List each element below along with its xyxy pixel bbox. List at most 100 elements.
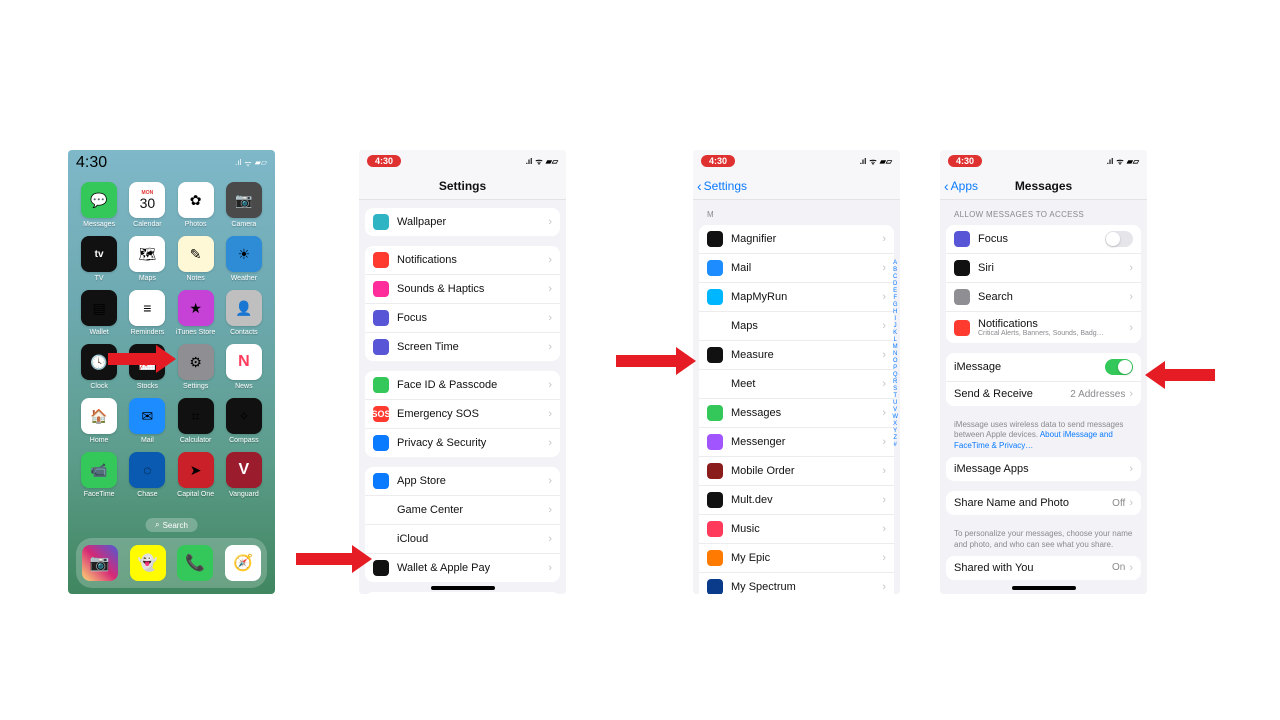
access-row-focus[interactable]: Focus xyxy=(946,225,1141,254)
alpha-D[interactable]: D xyxy=(893,281,897,287)
alpha-#[interactable]: # xyxy=(893,442,896,448)
imessage-apps-row[interactable]: iMessage Apps › xyxy=(946,457,1141,481)
alpha-C[interactable]: C xyxy=(893,274,897,280)
access-row-siri[interactable]: Siri› xyxy=(946,254,1141,283)
app-row-meet[interactable]: Meet› xyxy=(699,370,894,399)
app-row-messenger[interactable]: Messenger› xyxy=(699,428,894,457)
alpha-H[interactable]: H xyxy=(893,309,897,315)
settings-row-apps[interactable]: Apps› xyxy=(365,592,560,594)
alpha-G[interactable]: G xyxy=(893,302,898,308)
share-name-row[interactable]: Share Name and Photo Off › xyxy=(946,491,1141,515)
app-facetime[interactable]: 📹FaceTime xyxy=(78,452,120,498)
dock-app[interactable]: 📷 xyxy=(82,545,118,581)
app-tv[interactable]: tvTV xyxy=(78,236,120,282)
app-mail[interactable]: ✉Mail xyxy=(126,398,168,444)
toggle[interactable] xyxy=(1105,231,1133,247)
settings-row-focus[interactable]: Focus› xyxy=(365,304,560,333)
app-row-mail[interactable]: Mail› xyxy=(699,254,894,283)
app-news[interactable]: NNews xyxy=(223,344,265,390)
settings-row-notifications[interactable]: Notifications› xyxy=(365,246,560,275)
settings-row-face-id-passcode[interactable]: Face ID & Passcode› xyxy=(365,371,560,400)
alpha-E[interactable]: E xyxy=(893,288,897,294)
app-calculator[interactable]: ⌗Calculator xyxy=(175,398,217,444)
app-row-mult-dev[interactable]: Mult.dev› xyxy=(699,486,894,515)
app-row-my-epic[interactable]: My Epic› xyxy=(699,544,894,573)
imessage-toggle[interactable] xyxy=(1105,359,1133,375)
app-reminders[interactable]: ≡Reminders xyxy=(126,290,168,336)
imessage-toggle-row[interactable]: iMessage xyxy=(946,353,1141,382)
alpha-S[interactable]: S xyxy=(893,386,897,392)
settings-root-body[interactable]: Wallpaper› Notifications›Sounds & Haptics… xyxy=(359,200,566,594)
dock-app[interactable]: 📞 xyxy=(177,545,213,581)
app-wallet[interactable]: ▤Wallet xyxy=(78,290,120,336)
app-icon xyxy=(707,405,723,421)
app-settings[interactable]: ⚙Settings xyxy=(175,344,217,390)
alpha-N[interactable]: N xyxy=(893,351,897,357)
alpha-L[interactable]: L xyxy=(893,337,896,343)
settings-row-emergency-sos[interactable]: SOSEmergency SOS› xyxy=(365,400,560,429)
alpha-Y[interactable]: Y xyxy=(893,428,897,434)
alpha-index[interactable]: ABCDEFGHIJKLMNOPQRSTUVWXYZ# xyxy=(892,260,898,448)
alpha-O[interactable]: O xyxy=(893,358,898,364)
alpha-B[interactable]: B xyxy=(893,267,897,273)
app-vanguard[interactable]: VVanguard xyxy=(223,452,265,498)
app-row-magnifier[interactable]: Magnifier› xyxy=(699,225,894,254)
alpha-A[interactable]: A xyxy=(893,260,897,266)
access-row-notifications[interactable]: NotificationsCritical Alerts, Banners, S… xyxy=(946,312,1141,343)
settings-row-sounds-haptics[interactable]: Sounds & Haptics› xyxy=(365,275,560,304)
alpha-F[interactable]: F xyxy=(893,295,897,301)
app-compass[interactable]: ✧Compass xyxy=(223,398,265,444)
settings-row-game-center[interactable]: Game Center› xyxy=(365,496,560,525)
alpha-V[interactable]: V xyxy=(893,407,897,413)
app-icon xyxy=(707,550,723,566)
app-weather[interactable]: ☀Weather xyxy=(223,236,265,282)
alpha-K[interactable]: K xyxy=(893,330,897,336)
app-row-music[interactable]: Music› xyxy=(699,515,894,544)
app-row-mobile-order[interactable]: Mobile Order› xyxy=(699,457,894,486)
alpha-R[interactable]: R xyxy=(893,379,897,385)
app-row-mapmyrun[interactable]: MapMyRun› xyxy=(699,283,894,312)
app-maps[interactable]: 🗺Maps xyxy=(126,236,168,282)
home-indicator[interactable] xyxy=(431,586,495,590)
alpha-W[interactable]: W xyxy=(892,414,898,420)
dock-app[interactable]: 🧭 xyxy=(225,545,261,581)
alpha-X[interactable]: X xyxy=(893,421,897,427)
app-messages[interactable]: 💬Messages xyxy=(78,182,120,228)
app-row-messages[interactable]: Messages› xyxy=(699,399,894,428)
dock-app[interactable]: 👻 xyxy=(130,545,166,581)
app-notes[interactable]: ✎Notes xyxy=(175,236,217,282)
alpha-Q[interactable]: Q xyxy=(893,372,898,378)
access-row-search[interactable]: Search› xyxy=(946,283,1141,312)
settings-row-app-store[interactable]: App Store› xyxy=(365,467,560,496)
app-chase[interactable]: ◌Chase xyxy=(126,452,168,498)
spotlight-search[interactable]: ⌕ Search xyxy=(145,518,198,532)
alpha-T[interactable]: T xyxy=(893,393,897,399)
settings-row-privacy-security[interactable]: Privacy & Security› xyxy=(365,429,560,457)
settings-row-wallet-apple-pay[interactable]: Wallet & Apple Pay› xyxy=(365,554,560,582)
send-receive-row[interactable]: Send & Receive 2 Addresses › xyxy=(946,382,1141,406)
shared-with-you-row[interactable]: Shared with You On › xyxy=(946,556,1141,580)
back-button[interactable]: ‹Settings xyxy=(697,178,747,194)
settings-row-icloud[interactable]: iCloud› xyxy=(365,525,560,554)
app-photos[interactable]: ✿Photos xyxy=(175,182,217,228)
app-home[interactable]: 🏠Home xyxy=(78,398,120,444)
app-row-maps[interactable]: Maps› xyxy=(699,312,894,341)
alpha-J[interactable]: J xyxy=(894,323,897,329)
settings-row-screen-time[interactable]: Screen Time› xyxy=(365,333,560,361)
app-camera[interactable]: 📷Camera xyxy=(223,182,265,228)
app-itunes-store[interactable]: ★iTunes Store xyxy=(175,290,217,336)
home-indicator[interactable] xyxy=(1012,586,1076,590)
app-contacts[interactable]: 👤Contacts xyxy=(223,290,265,336)
alpha-U[interactable]: U xyxy=(893,400,897,406)
messages-body[interactable]: Allow Messages to Access FocusSiri›Searc… xyxy=(940,200,1147,594)
app-calendar[interactable]: MON30Calendar xyxy=(126,182,168,228)
settings-row-wallpaper[interactable]: Wallpaper› xyxy=(365,208,560,236)
alpha-Z[interactable]: Z xyxy=(893,435,897,441)
alpha-M[interactable]: M xyxy=(893,344,898,350)
app-row-measure[interactable]: Measure› xyxy=(699,341,894,370)
app-row-my-spectrum[interactable]: My Spectrum› xyxy=(699,573,894,594)
alpha-I[interactable]: I xyxy=(894,316,896,322)
apps-list-body[interactable]: M Magnifier›Mail›MapMyRun›Maps›Measure›M… xyxy=(693,200,900,594)
app-capital-one[interactable]: ➤Capital One xyxy=(175,452,217,498)
alpha-P[interactable]: P xyxy=(893,365,897,371)
